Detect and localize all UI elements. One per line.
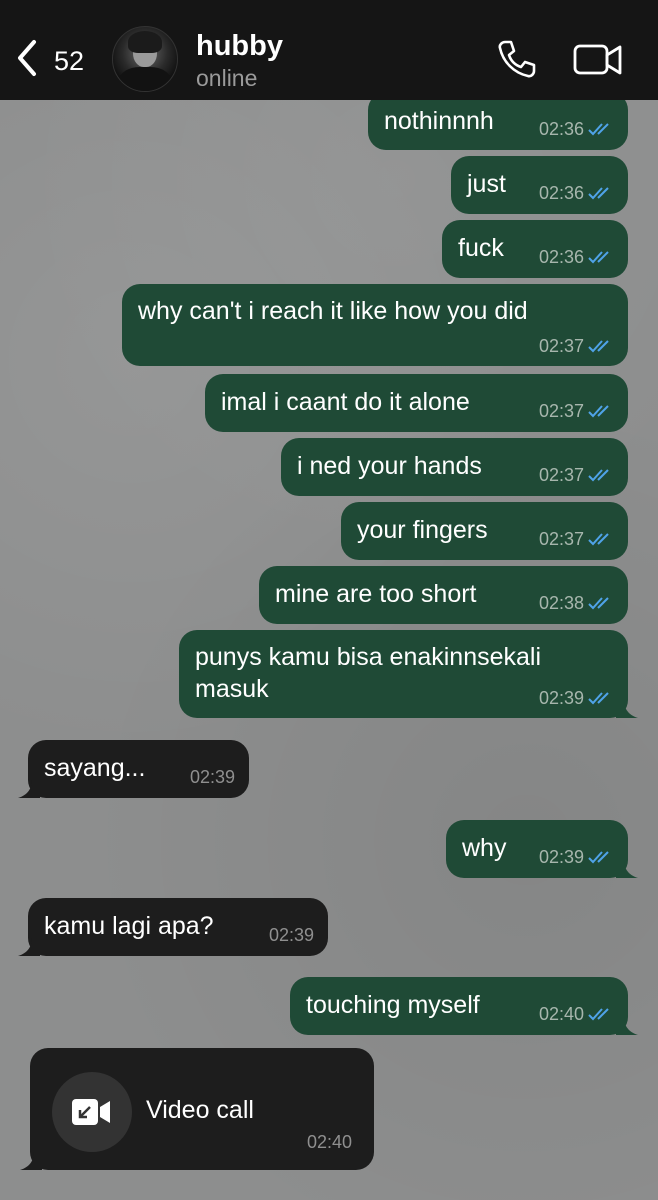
read-receipt-icon bbox=[588, 469, 609, 482]
message-bubble[interactable]: just 02:36 bbox=[451, 156, 628, 214]
message-text: just bbox=[467, 170, 506, 198]
message-bubble[interactable]: nothinnnh 02:36 bbox=[368, 92, 628, 150]
message-text: why can't i reach it like how you did bbox=[138, 297, 528, 325]
voice-call-button[interactable] bbox=[496, 38, 536, 80]
chat-header: 52 hubby online bbox=[0, 0, 658, 100]
message-text: imal i caant do it alone bbox=[221, 388, 470, 416]
video-call-message[interactable]: Video call 02:40 bbox=[20, 1048, 374, 1170]
contact-avatar[interactable] bbox=[112, 26, 178, 92]
message-bubble[interactable]: i ned your hands 02:37 bbox=[281, 438, 628, 496]
message-text: i ned your hands bbox=[297, 452, 482, 480]
message-text: your fingers bbox=[357, 516, 488, 544]
message-text: sayang... bbox=[44, 754, 146, 782]
message-bubble[interactable]: mine are too short 02:38 bbox=[259, 566, 628, 624]
message-text: kamu lagi apa? bbox=[44, 912, 214, 940]
message-time: 02:39 bbox=[538, 847, 584, 867]
message-time: 02:39 bbox=[538, 688, 584, 708]
video-call-button[interactable] bbox=[572, 40, 624, 80]
read-receipt-icon bbox=[588, 251, 609, 264]
message-text: touching myself bbox=[306, 991, 480, 1019]
message-text: fuck bbox=[458, 234, 504, 262]
incoming-video-call-icon bbox=[72, 1099, 110, 1125]
read-receipt-icon bbox=[588, 340, 609, 353]
message-time: 02:36 bbox=[538, 119, 584, 139]
phone-icon bbox=[498, 40, 536, 78]
bubble-tail bbox=[616, 860, 638, 878]
message-bubble[interactable]: your fingers 02:37 bbox=[341, 502, 628, 560]
message-time: 02:40 bbox=[538, 1004, 584, 1024]
message-time: 02:36 bbox=[538, 183, 584, 203]
message-time: 02:37 bbox=[538, 401, 584, 421]
message-time: 02:39 bbox=[189, 767, 235, 787]
message-time: 02:36 bbox=[538, 247, 584, 267]
video-call-icon-circle[interactable] bbox=[52, 1072, 132, 1152]
video-call-label: Video call bbox=[146, 1096, 254, 1124]
bubble-tail bbox=[18, 780, 40, 798]
message-bubble[interactable]: sayang... 02:39 bbox=[18, 740, 249, 798]
bubble-tail bbox=[616, 1017, 638, 1035]
message-time: 02:40 bbox=[306, 1132, 352, 1152]
message-text: masuk bbox=[195, 675, 269, 703]
message-time: 02:37 bbox=[538, 336, 584, 356]
read-receipt-icon bbox=[588, 597, 609, 610]
message-bubble[interactable]: why can't i reach it like how you did 02… bbox=[122, 284, 628, 366]
message-bubble[interactable]: fuck 02:36 bbox=[442, 220, 628, 278]
read-receipt-icon bbox=[588, 187, 609, 200]
message-bubble[interactable]: kamu lagi apa? 02:39 bbox=[18, 898, 328, 956]
message-bubble[interactable]: why 02:39 bbox=[446, 820, 638, 878]
bubble-tail bbox=[18, 938, 40, 956]
message-bubble[interactable]: punys kamu bisa enakinnsekali masuk 02:3… bbox=[179, 630, 638, 718]
message-text: why bbox=[462, 834, 507, 862]
message-bubble[interactable]: imal i caant do it alone 02:37 bbox=[205, 374, 628, 432]
bubble-tail bbox=[616, 700, 638, 718]
video-camera-icon bbox=[573, 44, 622, 75]
back-button[interactable] bbox=[14, 38, 44, 78]
read-receipt-icon bbox=[588, 851, 609, 864]
message-text: mine are too short bbox=[275, 580, 477, 608]
contact-name[interactable]: hubby bbox=[196, 30, 283, 63]
message-time: 02:37 bbox=[538, 465, 584, 485]
read-receipt-icon bbox=[588, 692, 609, 705]
message-bubble[interactable]: touching myself 02:40 bbox=[290, 977, 638, 1035]
contact-status: online bbox=[196, 65, 258, 91]
message-text: punys kamu bisa enakinnsekali bbox=[195, 643, 542, 671]
read-receipt-icon bbox=[588, 1008, 609, 1021]
read-receipt-icon bbox=[588, 405, 609, 418]
read-receipt-icon bbox=[588, 123, 609, 136]
unread-count[interactable]: 52 bbox=[54, 46, 84, 77]
message-text: nothinnnh bbox=[384, 107, 494, 135]
message-time: 02:39 bbox=[268, 925, 314, 945]
read-receipt-icon bbox=[588, 533, 609, 546]
message-time: 02:37 bbox=[538, 529, 584, 549]
bubble-tail bbox=[20, 1152, 42, 1170]
message-time: 02:38 bbox=[538, 593, 584, 613]
back-chevron-icon bbox=[18, 40, 36, 76]
